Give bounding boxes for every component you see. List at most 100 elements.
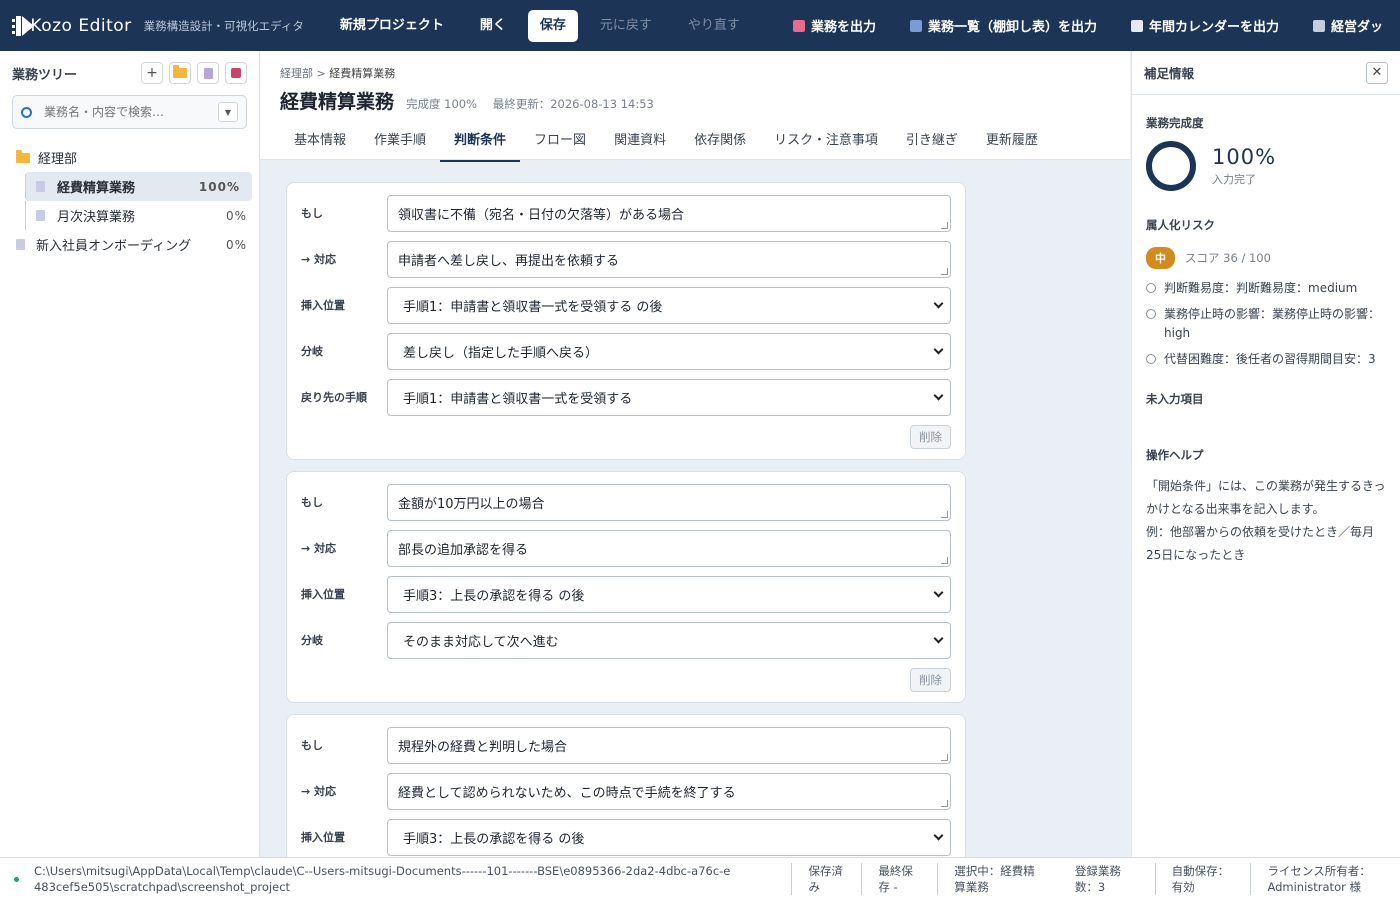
branch-select[interactable]: 差し戻し（指定した手順へ戻る） [387,333,951,370]
return-step-select[interactable]: 手順1：申請書と領収書一式を受領する [387,379,951,416]
panel-title: 補足情報 [1144,66,1195,81]
if-textarea[interactable]: 規程外の経費と判明した場合 [387,727,951,764]
insert-position-select[interactable]: 手順3：上長の承認を得る の後 [387,819,951,856]
tab-dependencies[interactable]: 依存関係 [680,128,760,162]
tree-folder-accounting[interactable]: 経理部 [0,143,259,172]
tab-history[interactable]: 更新履歴 [972,128,1052,162]
branch-select[interactable]: そのまま対応して次へ進む [387,622,951,659]
tree-item-monthly-close[interactable]: 月次決算業務 0% [25,201,259,230]
risk-item-text: 業務停止時の影響：業務停止時の影響：high [1164,307,1381,340]
circle-icon [1146,309,1156,319]
tree-item-expense[interactable]: 経費精算業務 100% [25,172,252,201]
export-list-label: 業務一覧（棚卸し表）を出力 [927,20,1097,35]
tab-procedures[interactable]: 作業手順 [360,128,440,162]
document-icon [16,239,25,250]
tab-conditions[interactable]: 判断条件 [440,128,521,162]
action-label: → 対応 [301,785,337,798]
return-step-label: 戻り先の手順 [301,391,367,404]
risk-item: 業務停止時の影響：業務停止時の影響：high [1146,305,1386,343]
chevron-down-icon [933,830,944,841]
export-calendar-button[interactable]: 年間カレンダーを出力 [1114,16,1296,35]
redo-button[interactable]: やり直す [670,10,758,42]
breadcrumb: 経理部 > 経費精算業務 [280,65,1110,81]
chevron-down-icon [933,344,944,355]
if-label: もし [301,207,323,220]
add-folder-icon[interactable] [169,62,191,84]
risk-item: 判断難易度：判断難易度：medium [1146,279,1386,298]
open-button[interactable]: 開く [462,10,524,42]
tree-item-percent: 0% [225,237,247,252]
risk-item: 代替困難度：後任者の習得期間目安：3 [1146,350,1386,369]
help-text-line: 例：他部署からの依頼を受けたとき／毎月25日になったとき [1146,525,1375,562]
tree-item-label: 新入社員オンボーディング [36,239,192,254]
export-list-button[interactable]: 業務一覧（棚卸し表）を出力 [893,16,1114,35]
task-tree-sidebar: 業務ツリー + ▼ 経理部 経費精算業務 100% 月次決算業務 0% 新入社員… [0,51,260,857]
action-textarea[interactable]: 経費として認められないため、この時点で手続を終了する [387,773,951,810]
tree-item-label: 月次決算業務 [57,210,136,225]
search-filter-dropdown[interactable]: ▼ [218,102,238,122]
action-textarea[interactable]: 部長の追加承認を得る [387,530,951,567]
breadcrumb-current: 経費精算業務 [329,67,396,80]
task-tree: 経理部 経費精算業務 100% 月次決算業務 0% 新入社員オンボーディング 0… [0,143,259,259]
insert-position-select[interactable]: 手順1：申請書と領収書一式を受領する の後 [387,287,951,324]
add-document-icon[interactable] [197,62,219,84]
search-input[interactable] [44,105,218,119]
import-icon[interactable] [225,62,247,84]
select-value: 手順3：上長の承認を得る の後 [403,589,585,604]
status-bar: C:\Users\mitsugi\AppData\Local\Temp\clau… [0,857,1400,900]
last-saved-status: 最終保存 - [861,863,937,895]
condition-card: もし 金額が10万円以上の場合 → 対応 部長の追加承認を得る 挿入位置 手順3：上長… [286,471,966,703]
if-textarea[interactable]: 領収書に不備（宛名・日付の欠落等）がある場合 [387,195,951,232]
export-calendar-label: 年間カレンダーを出力 [1148,20,1279,35]
search-box: ▼ [12,95,247,129]
delete-button[interactable]: 削除 [910,668,951,692]
insert-position-label: 挿入位置 [301,299,345,312]
tab-materials[interactable]: 関連資料 [600,128,680,162]
missing-items-label: 未入力項目 [1146,392,1204,406]
insert-position-label: 挿入位置 [301,831,345,844]
condition-card: もし 規程外の経費と判明した場合 → 対応 経費として認められないため、この時点で手… [286,714,966,857]
risk-item-text: 判断難易度：判断難易度：medium [1164,281,1358,295]
action-textarea[interactable]: 申請者へ差し戻し、再提出を依頼する [387,241,951,278]
breadcrumb-separator: > [313,67,330,80]
chart-icon [1312,19,1325,32]
undo-button[interactable]: 元に戻す [582,10,670,42]
select-value: そのまま対応して次へ進む [403,635,559,650]
delete-button[interactable]: 削除 [910,425,951,449]
top-toolbar: Kozo Editor 業務構造設計・可視化エディタ 新規プロジェクト 開く 保… [0,0,1400,51]
status-indicator-icon [14,876,19,882]
add-icon[interactable]: + [141,62,163,84]
breadcrumb-root[interactable]: 経理部 [280,67,313,80]
main-editor: 経理部 > 経費精算業務 経費精算業務 完成度 100% 最終更新：2026-0… [260,51,1130,857]
chevron-down-icon [933,633,944,644]
circle-icon [1146,283,1156,293]
risk-score: スコア 36 / 100 [1185,251,1271,265]
risk-badge: 中 [1146,247,1175,269]
management-dashboard-button[interactable]: 経営ダッ [1296,16,1400,35]
condition-card: もし 領収書に不備（宛名・日付の欠落等）がある場合 → 対応 申請者へ差し戻し、再提… [286,182,966,460]
tree-item-label: 経費精算業務 [57,181,136,196]
tab-risks[interactable]: リスク・注意事項 [760,128,892,162]
close-icon[interactable]: ✕ [1366,61,1388,84]
export-task-button[interactable]: 業務を出力 [776,16,893,35]
save-button[interactable]: 保存 [527,9,578,42]
search-icon [21,106,32,118]
tab-handover[interactable]: 引き継ぎ [892,128,972,162]
chevron-down-icon [933,390,944,401]
export-task-label: 業務を出力 [810,20,876,35]
new-project-button[interactable]: 新規プロジェクト [322,10,462,42]
completion-value: 100% [1212,145,1277,169]
import-glyph-icon [231,68,241,78]
if-textarea[interactable]: 金額が10万円以上の場合 [387,484,951,521]
help-text-line: 「開始条件」には、この業務が発生するきっかけとなる出来事を記入します。 [1146,479,1386,516]
save-status: 保存済み [791,863,861,895]
tree-item-onboarding[interactable]: 新入社員オンボーディング 0% [0,230,259,259]
calendar-icon [1130,19,1143,32]
tree-item-percent: 100% [198,179,240,194]
selected-task-status: 選択中：経費精算業務 [937,863,1059,895]
tab-basic-info[interactable]: 基本情報 [280,128,360,162]
tab-flow[interactable]: フロー図 [520,128,600,162]
management-dashboard-label: 経営ダッ [1330,20,1383,35]
insert-position-select[interactable]: 手順3：上長の承認を得る の後 [387,576,951,613]
action-label: → 対応 [301,542,337,555]
